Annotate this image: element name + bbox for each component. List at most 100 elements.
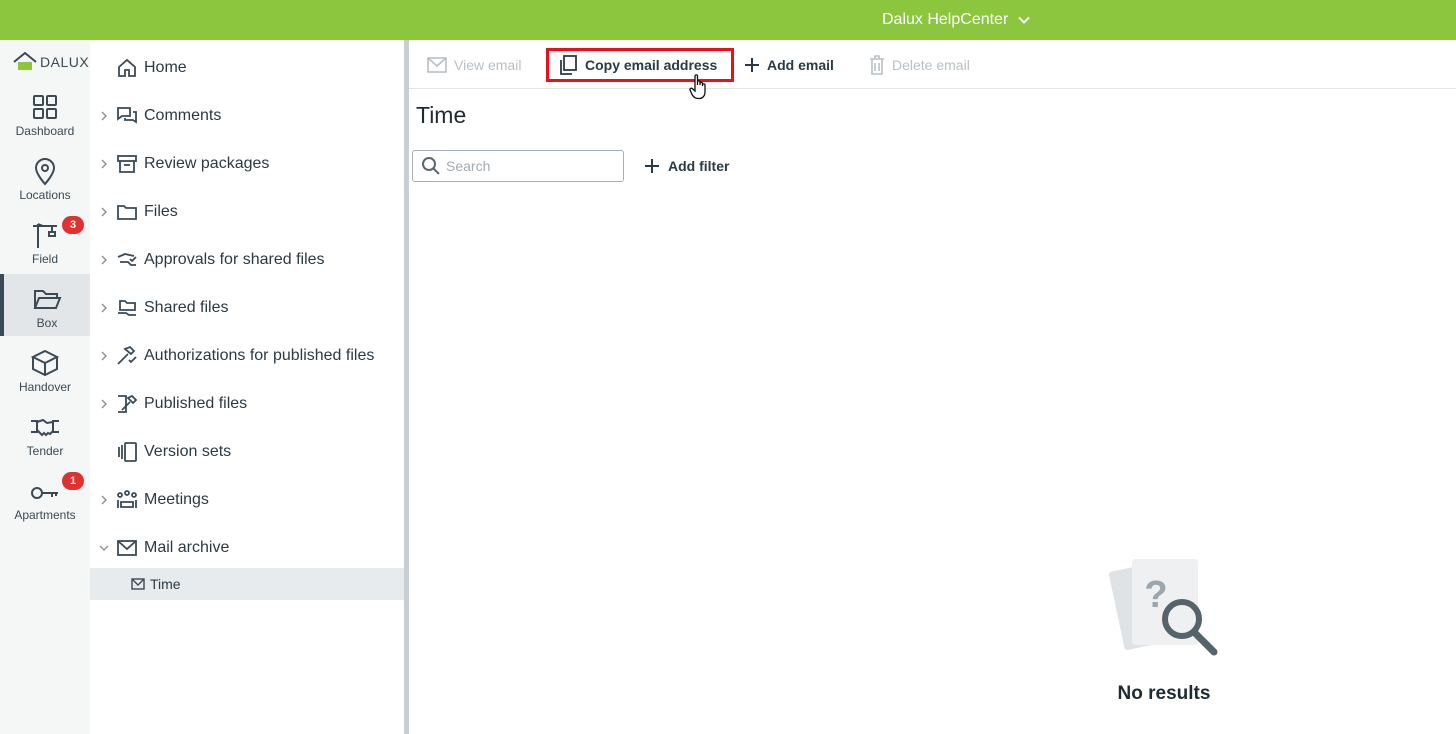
chevron-down-icon[interactable] — [92, 543, 116, 553]
tree-item-version-sets[interactable]: Version sets — [90, 428, 405, 476]
tree-item-label: Files — [144, 203, 178, 220]
trash-icon — [869, 55, 885, 75]
hand-folder-icon — [116, 297, 138, 319]
add-filter-button[interactable]: Add filter — [644, 150, 729, 182]
chevron-right-icon[interactable] — [92, 351, 116, 361]
add-filter-label: Add filter — [668, 158, 730, 174]
tree-item-label: Time — [150, 576, 181, 592]
tree-item-label: Published files — [144, 395, 248, 412]
rail-item-dashboard[interactable]: Dashboard — [0, 82, 90, 144]
chevron-right-icon[interactable] — [92, 495, 116, 505]
dalux-logo[interactable]: DALUX — [13, 52, 89, 72]
tree-item-label: Review packages — [144, 155, 270, 172]
rail-item-box[interactable]: Box — [0, 274, 90, 336]
plus-icon — [744, 57, 760, 73]
version-sets-icon — [116, 441, 138, 463]
chevron-right-icon[interactable] — [92, 399, 116, 409]
helpcenter-label: Dalux HelpCenter — [882, 11, 1009, 28]
chevron-right-icon[interactable] — [92, 255, 116, 265]
hand-cursor-icon — [689, 74, 707, 100]
rail-item-tender[interactable]: Tender — [0, 402, 90, 464]
rail-label: Box — [36, 316, 58, 330]
empty-state: ? No results — [1104, 555, 1224, 705]
rail-item-locations[interactable]: Locations — [0, 146, 90, 208]
toolbar: View email Copy email address Add email … — [409, 40, 1456, 100]
rail-label: Handover — [18, 380, 72, 394]
tree-item-time[interactable]: Time — [90, 568, 405, 600]
delete-email-button[interactable]: Delete email — [869, 48, 970, 82]
svg-text:?: ? — [1144, 574, 1167, 616]
chevron-right-icon[interactable] — [92, 111, 116, 121]
tree-item-label: Approvals for shared files — [144, 251, 325, 268]
house-logo-icon — [13, 52, 37, 72]
crane-icon: 3 — [30, 216, 84, 250]
top-bar: Dalux HelpCenter — [0, 0, 1456, 40]
archive-icon — [116, 153, 138, 175]
hammer-check-icon — [116, 345, 138, 367]
tree-item-comments[interactable]: Comments — [90, 92, 405, 140]
copy-icon — [558, 55, 578, 75]
search-box — [412, 150, 624, 182]
tree-item-review-packages[interactable]: Review packages — [90, 140, 405, 188]
tree-item-home[interactable]: Home — [90, 44, 405, 92]
handshake-icon — [30, 412, 60, 442]
app-rail: DALUX Dashboard Locations 3 Field Box Ha… — [0, 40, 90, 734]
folder-open-icon — [32, 284, 62, 314]
tree-item-label: Mail archive — [144, 539, 230, 556]
tree-item-files[interactable]: Files — [90, 188, 405, 236]
home-icon — [116, 57, 138, 79]
tree-item-mail-archive[interactable]: Mail archive — [90, 524, 405, 572]
delete-email-label: Delete email — [892, 57, 970, 73]
folder-icon — [116, 201, 138, 223]
tree-item-shared-files[interactable]: Shared files — [90, 284, 405, 332]
logo-text: DALUX — [40, 54, 90, 70]
rail-item-handover[interactable]: Handover — [0, 338, 90, 400]
tree-item-published-files[interactable]: Published files — [90, 380, 405, 428]
rail-label: Field — [31, 252, 58, 266]
rail-label: Dashboard — [15, 124, 75, 138]
search-icon — [421, 156, 441, 176]
search-input[interactable] — [446, 158, 616, 174]
helpcenter-menu[interactable]: Dalux HelpCenter — [870, 0, 1043, 40]
tree-item-approvals-shared-files[interactable]: Approvals for shared files — [90, 236, 405, 284]
tree-item-label: Shared files — [144, 299, 229, 316]
meeting-icon — [116, 489, 138, 511]
tree-item-label: Home — [144, 59, 187, 76]
apartments-badge: 1 — [62, 472, 84, 490]
no-results-illustration-icon: ? — [1108, 555, 1220, 665]
grid-icon — [30, 92, 60, 122]
chevron-right-icon[interactable] — [92, 303, 116, 313]
tree-item-authorizations-published-files[interactable]: Authorizations for published files — [90, 332, 405, 380]
chevron-down-icon — [1017, 13, 1031, 27]
hand-check-icon — [116, 249, 138, 271]
page-title: Time — [416, 102, 467, 128]
hammer-icon — [116, 393, 138, 415]
rail-item-field[interactable]: 3 Field — [0, 210, 90, 272]
chevron-right-icon[interactable] — [92, 159, 116, 169]
main-panel: View email Copy email address Add email … — [409, 40, 1456, 734]
add-email-label: Add email — [767, 57, 834, 73]
no-results-text: No results — [1117, 683, 1211, 704]
chevron-right-icon[interactable] — [92, 207, 116, 217]
comments-icon — [116, 105, 138, 127]
add-email-button[interactable]: Add email — [744, 48, 834, 82]
rail-label: Locations — [19, 188, 71, 202]
box-icon — [30, 348, 60, 378]
rail-label: Tender — [26, 444, 64, 458]
view-email-label: View email — [454, 57, 522, 73]
view-email-button[interactable]: View email — [427, 48, 521, 82]
plus-icon — [644, 158, 660, 174]
map-pin-icon — [30, 156, 60, 186]
rail-item-apartments[interactable]: 1 Apartments — [0, 466, 90, 528]
tree-item-label: Meetings — [144, 491, 209, 508]
navigation-tree: Home Comments Review packages Files Appr… — [90, 40, 405, 734]
tree-item-meetings[interactable]: Meetings — [90, 476, 405, 524]
mail-icon — [116, 537, 138, 559]
tree-item-label: Authorizations for published files — [144, 347, 375, 364]
mail-icon — [130, 576, 146, 592]
key-icon: 1 — [30, 472, 84, 506]
copy-email-label: Copy email address — [585, 57, 718, 73]
tree-item-label: Comments — [144, 107, 222, 124]
rail-label: Apartments — [14, 508, 76, 522]
tree-item-label: Version sets — [144, 443, 232, 460]
